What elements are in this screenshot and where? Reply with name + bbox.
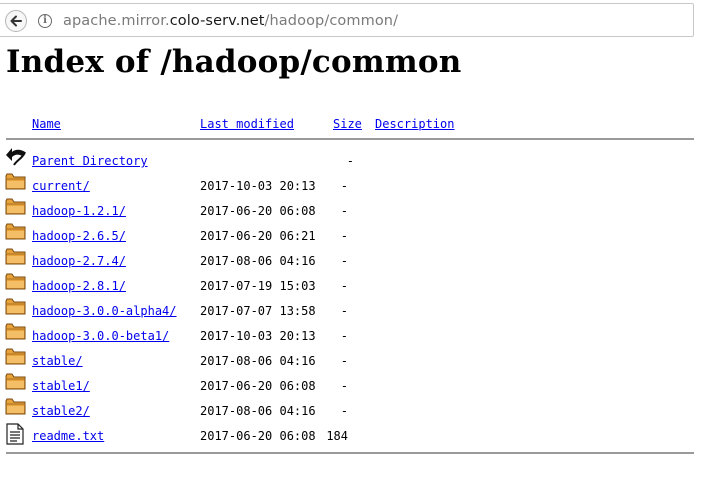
last-modified: 2017-08-06 04:16 [200,254,316,268]
folder-icon [5,221,26,241]
folder-icon [5,371,26,391]
file-link[interactable]: hadoop-3.0.0-alpha4/ [32,304,177,318]
last-modified: 2017-06-20 06:08 [200,429,316,443]
file-link[interactable]: hadoop-2.7.4/ [32,254,126,268]
folder-icon [5,296,26,316]
last-modified: 2017-06-20 06:08 [200,204,316,218]
file-size: - [340,254,348,268]
file-link[interactable]: stable1/ [32,379,90,393]
column-header-name[interactable]: Name [32,117,61,131]
file-link[interactable]: stable/ [32,354,83,368]
file-size: - [340,179,348,193]
last-modified: 2017-06-20 06:21 [200,229,316,243]
folder-icon [5,321,26,341]
file-size: - [340,329,348,343]
back-icon [5,146,26,166]
file-row: hadoop-2.8.1/2017-07-19 15:03 - [0,273,710,300]
file-size: - [346,154,354,168]
file-link[interactable]: readme.txt [32,429,104,443]
url-path: /hadoop/common/ [264,13,399,29]
url-host: colo-serv.net [169,13,265,29]
last-modified: 2017-07-07 13:58 [200,304,316,318]
file-link[interactable]: hadoop-1.2.1/ [32,204,126,218]
page-title: Index of /hadoop/common [6,44,462,80]
header-divider [6,138,694,140]
file-link[interactable]: hadoop-2.8.1/ [32,279,126,293]
folder-icon [5,346,26,366]
column-header-description[interactable]: Description [375,117,454,131]
folder-icon [5,271,26,291]
folder-icon [5,171,26,191]
file-size: - [340,404,348,418]
file-size: - [340,204,348,218]
text-file-icon [5,423,25,445]
browser-toolbar: i apache.mirror.colo-serv.net/hadoop/com… [0,0,710,38]
file-row: hadoop-3.0.0-beta1/2017-10-03 20:13 - [0,323,710,350]
file-link[interactable]: hadoop-3.0.0-beta1/ [32,329,169,343]
file-link[interactable]: Parent Directory [32,154,148,168]
file-size: - [340,304,348,318]
folder-icon [5,196,26,216]
file-row: hadoop-3.0.0-alpha4/2017-07-07 13:58 - [0,298,710,325]
last-modified: 2017-08-06 04:16 [200,404,316,418]
last-modified: 2017-07-19 15:03 [200,279,316,293]
last-modified: 2017-08-06 04:16 [200,354,316,368]
file-size: 184 [326,429,348,443]
url-prefix: apache.mirror. [63,13,170,29]
file-row: hadoop-1.2.1/2017-06-20 06:08 - [0,198,710,225]
back-arrow-icon [10,15,22,27]
file-size: - [340,229,348,243]
last-modified: 2017-10-03 20:13 [200,329,316,343]
file-row: hadoop-2.6.5/2017-06-20 06:21 - [0,223,710,250]
file-size: - [340,354,348,368]
file-row: stable1/2017-06-20 06:08 - [0,373,710,400]
file-row: current/2017-10-03 20:13 - [0,173,710,200]
file-row: stable/2017-08-06 04:16 - [0,348,710,375]
column-header-last-modified[interactable]: Last modified [200,117,294,131]
file-link[interactable]: hadoop-2.6.5/ [32,229,126,243]
file-link[interactable]: current/ [32,179,90,193]
parent-directory-row: Parent Directory - [0,148,710,175]
file-row: readme.txt 2017-06-20 06:08 184 [0,423,710,450]
file-row: stable2/2017-08-06 04:16 - [0,398,710,425]
column-header-size[interactable]: Size [333,117,362,131]
url-field[interactable]: apache.mirror.colo-serv.net/hadoop/commo… [63,13,398,29]
folder-icon [5,396,26,416]
footer-divider [6,452,694,454]
file-link[interactable]: stable2/ [32,404,90,418]
file-size: - [340,279,348,293]
file-size: - [340,379,348,393]
last-modified: 2017-06-20 06:08 [200,379,316,393]
file-row: hadoop-2.7.4/2017-08-06 04:16 - [0,248,710,275]
folder-icon [5,246,26,266]
last-modified: 2017-10-03 20:13 [200,179,316,193]
back-button[interactable] [5,10,27,32]
address-bar[interactable]: i apache.mirror.colo-serv.net/hadoop/com… [0,3,694,37]
info-icon[interactable]: i [38,14,52,28]
